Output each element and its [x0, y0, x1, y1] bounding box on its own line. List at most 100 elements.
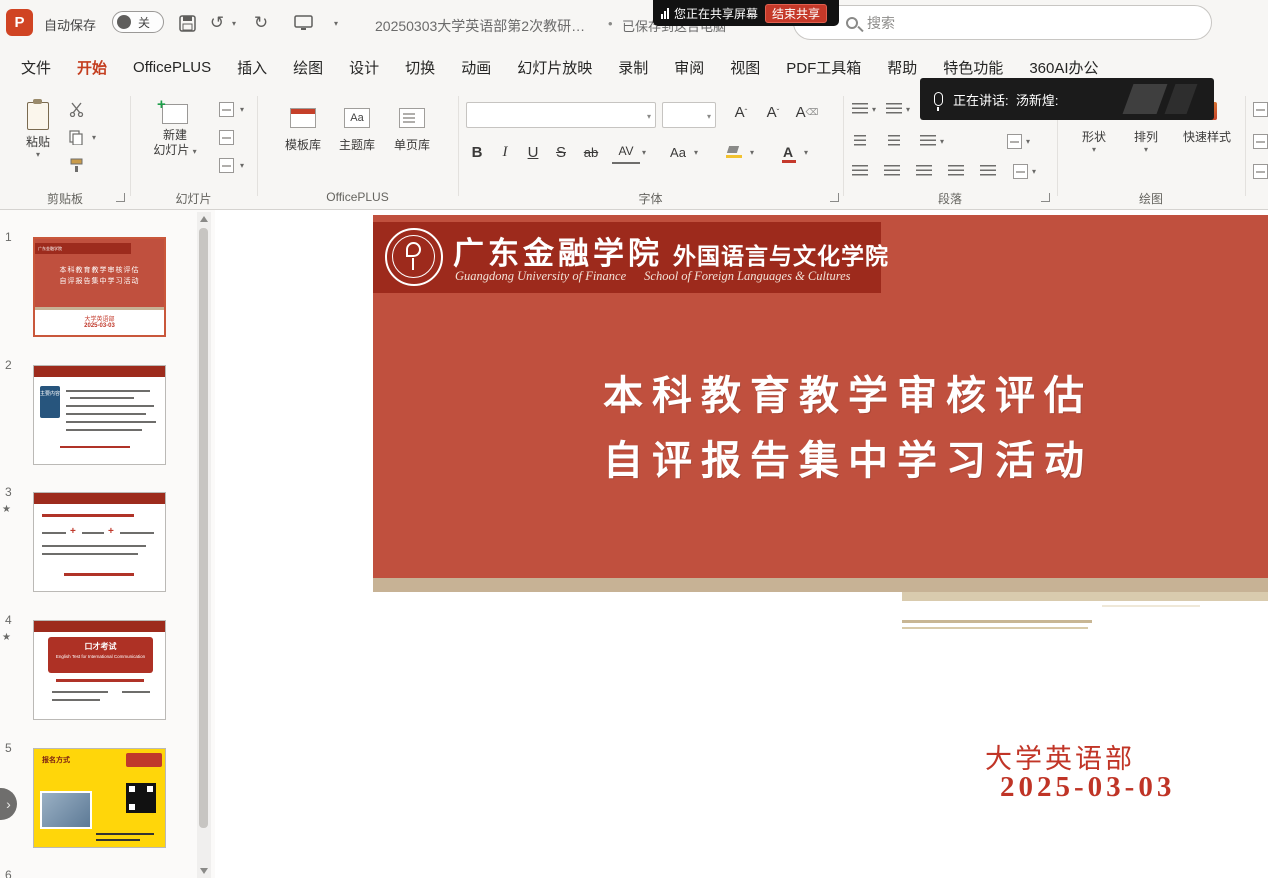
tab-transitions[interactable]: 切换 — [392, 57, 448, 78]
tab-officeplus[interactable]: OfficePLUS — [120, 59, 224, 76]
bullets-button[interactable] — [850, 100, 870, 118]
slide-canvas[interactable]: 广东金融学院外国语言与文化学院 Guangdong University of … — [373, 215, 1268, 878]
numbering-button[interactable] — [884, 100, 904, 118]
convert-smartart-button[interactable] — [1004, 132, 1024, 150]
bullets-dropdown-arrow[interactable]: ▾ — [872, 105, 876, 114]
line-spacing-dropdown-arrow[interactable]: ▾ — [940, 137, 944, 146]
align-left-button[interactable] — [850, 162, 870, 180]
character-spacing-button[interactable]: AV — [612, 140, 640, 164]
paragraph-dialog-launcher[interactable] — [1041, 193, 1050, 202]
new-slide-dropdown-arrow[interactable]: ▾ — [193, 147, 197, 156]
numbering-dropdown-arrow[interactable]: ▾ — [906, 105, 910, 114]
redo-button[interactable]: ↻ — [248, 10, 274, 36]
tab-help[interactable]: 帮助 — [874, 57, 930, 78]
highlight-dropdown-arrow[interactable]: ▾ — [750, 148, 754, 157]
cut-button[interactable] — [66, 100, 86, 118]
save-button[interactable] — [174, 10, 200, 36]
font-color-dropdown-arrow[interactable]: ▾ — [804, 148, 808, 157]
edit-shape-button[interactable] — [1250, 132, 1268, 150]
bold-button[interactable]: B — [464, 140, 490, 164]
copy-button[interactable] — [66, 128, 86, 146]
paste-dropdown-arrow[interactable]: ▾ — [36, 150, 40, 159]
present-screen-button[interactable] — [290, 10, 316, 36]
tab-slideshow[interactable]: 幻灯片放映 — [504, 57, 605, 78]
tab-draw[interactable]: 绘图 — [280, 57, 336, 78]
underline-button[interactable]: U — [520, 140, 546, 164]
distribute-button[interactable] — [978, 162, 998, 180]
slide-date-text[interactable]: 2025-03-03 — [1000, 771, 1175, 804]
tab-animations[interactable]: 动画 — [448, 57, 504, 78]
change-case-button[interactable]: Aa — [664, 140, 692, 164]
clipboard-dialog-launcher[interactable] — [116, 193, 125, 202]
increase-indent-button[interactable] — [884, 132, 904, 150]
scrollbar-up-arrow[interactable] — [200, 216, 208, 222]
slide-thumbnail-5[interactable]: 报名方式 — [33, 748, 166, 848]
slide-thumbnail-3[interactable]: + + — [33, 492, 166, 592]
undo-button[interactable]: ↺ — [204, 10, 230, 36]
tab-review[interactable]: 审阅 — [661, 57, 717, 78]
slide-panel-scrollbar[interactable] — [197, 212, 211, 878]
slide-thumbnail-2[interactable]: 主要内容 — [33, 365, 166, 465]
font-size-combo[interactable]: ▾ — [662, 102, 716, 128]
decrease-indent-button[interactable] — [850, 132, 870, 150]
slide-title-textbox[interactable]: 本科教育教学审核评估 自评报告集中学习活动 — [448, 363, 1248, 493]
reset-slide-button[interactable] — [216, 128, 236, 146]
tab-insert[interactable]: 插入 — [224, 57, 280, 78]
character-spacing-dropdown-arrow[interactable]: ▾ — [642, 148, 646, 157]
shrink-font-button[interactable]: Aˇ — [758, 100, 788, 124]
font-color-button[interactable]: A — [776, 140, 800, 164]
quick-access-dropdown-arrow[interactable]: ▾ — [334, 19, 338, 28]
tab-record[interactable]: 录制 — [605, 57, 661, 78]
grow-font-button[interactable]: Aˆ — [726, 100, 756, 124]
app-icon[interactable]: P — [6, 9, 33, 36]
text-direction-dropdown-arrow[interactable]: ▾ — [1032, 167, 1036, 176]
highlight-color-button[interactable] — [722, 140, 746, 164]
scrollbar-thumb[interactable] — [199, 228, 208, 828]
convert-smartart-dropdown-arrow[interactable]: ▾ — [1026, 137, 1030, 146]
theme-library-button[interactable]: Aa 主题库 — [331, 96, 383, 153]
pen-tool-button[interactable] — [1250, 162, 1268, 180]
panel-collapse-handle[interactable]: › — [0, 788, 17, 820]
new-slide-button[interactable]: 新建 幻灯片 ▾ — [146, 96, 204, 158]
layout-dropdown-arrow[interactable]: ▾ — [240, 105, 244, 114]
slide-thumbnail-4[interactable]: 口才考试 English Test for International Comm… — [33, 620, 166, 720]
change-case-dropdown-arrow[interactable]: ▾ — [694, 148, 698, 157]
double-strikethrough-button[interactable]: ab — [576, 140, 606, 164]
paste-button[interactable]: 粘贴 ▾ — [14, 96, 62, 159]
slide-header-banner[interactable]: 广东金融学院外国语言与文化学院 Guangdong University of … — [373, 222, 881, 293]
end-share-button[interactable]: 结束共享 — [765, 4, 827, 23]
section-dropdown-arrow[interactable]: ▾ — [240, 161, 244, 170]
tab-design[interactable]: 设计 — [336, 57, 392, 78]
shapes-dropdown-arrow[interactable]: ▾ — [1092, 145, 1096, 154]
eraser-button[interactable] — [1250, 100, 1268, 118]
italic-button[interactable]: I — [492, 140, 518, 164]
scrollbar-down-arrow[interactable] — [200, 868, 208, 874]
arrange-dropdown-arrow[interactable]: ▾ — [1144, 145, 1148, 154]
tab-file[interactable]: 文件 — [8, 57, 64, 78]
justify-button[interactable] — [946, 162, 966, 180]
tab-home[interactable]: 开始 — [64, 57, 120, 78]
tab-view[interactable]: 视图 — [717, 57, 773, 78]
tab-pdf-tools[interactable]: PDF工具箱 — [773, 57, 874, 78]
font-dialog-launcher[interactable] — [830, 193, 839, 202]
page-library-button[interactable]: 单页库 — [386, 96, 438, 153]
template-library-button[interactable]: 模板库 — [277, 96, 329, 153]
copy-dropdown-arrow[interactable]: ▾ — [92, 133, 96, 142]
text-direction-button[interactable] — [1010, 162, 1030, 180]
strikethrough-button[interactable]: S — [548, 140, 574, 164]
clear-format-button[interactable]: A⌫ — [792, 100, 822, 124]
format-painter-button[interactable] — [66, 156, 86, 174]
align-right-button[interactable] — [914, 162, 934, 180]
tab-360ai[interactable]: 360AI办公 — [1016, 57, 1111, 78]
autosave-toggle[interactable]: 关 — [112, 11, 164, 33]
slide-thumbnail-1[interactable]: 广东金融学院 本科教育教学审核评估 自评报告集中学习活动 大学英语部 2025-… — [33, 237, 166, 337]
align-center-button[interactable] — [882, 162, 902, 180]
section-button[interactable] — [216, 156, 236, 174]
slide-layout-button[interactable] — [216, 100, 236, 118]
search-input[interactable] — [867, 15, 1167, 31]
font-name-combo[interactable]: ▾ — [466, 102, 656, 128]
undo-dropdown-arrow[interactable]: ▾ — [232, 19, 236, 28]
tab-special-features[interactable]: 特色功能 — [930, 57, 1016, 78]
search-box[interactable] — [793, 5, 1212, 40]
line-spacing-button[interactable] — [918, 132, 938, 150]
